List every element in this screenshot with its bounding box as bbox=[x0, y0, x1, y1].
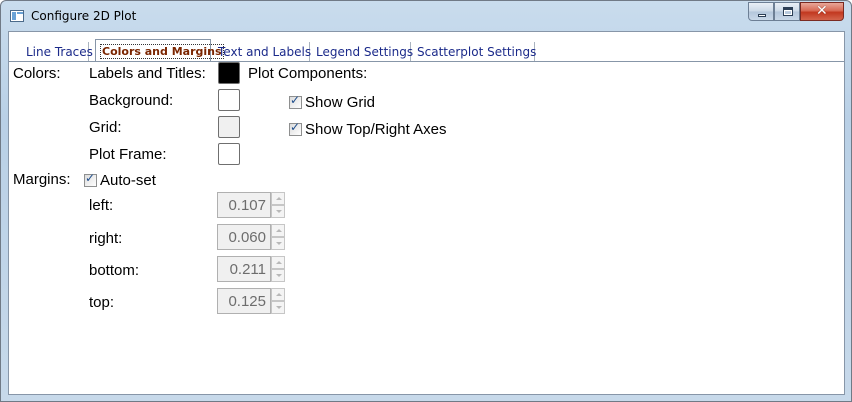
spin-down-icon[interactable] bbox=[271, 205, 285, 218]
configure-2d-plot-window: Configure 2D Plot ✕ Line Traces Colors a… bbox=[0, 0, 852, 402]
tab-text-and-labels[interactable]: Text and Labels bbox=[212, 42, 312, 61]
minimize-button[interactable] bbox=[748, 2, 774, 21]
auto-set-checkbox[interactable]: ✓ bbox=[84, 170, 97, 187]
auto-set-option[interactable]: ✓ Auto-set bbox=[84, 171, 156, 189]
show-grid-checkbox[interactable]: ✓ bbox=[289, 92, 302, 109]
spin-up-icon[interactable] bbox=[271, 224, 285, 237]
maximize-icon bbox=[783, 7, 793, 16]
tab-line-traces[interactable]: Line Traces bbox=[20, 42, 93, 61]
margin-top-spinbox[interactable]: 0.125 bbox=[217, 288, 287, 314]
margin-right-spinbox[interactable]: 0.060 bbox=[217, 224, 287, 250]
margin-bottom-label: bottom: bbox=[89, 262, 140, 279]
tab-label: Colors and Margins bbox=[100, 44, 224, 59]
margin-top-label: top: bbox=[89, 294, 115, 311]
tab-label: Text and Labels bbox=[218, 45, 312, 59]
tab-colors-and-margins[interactable]: Colors and Margins bbox=[95, 39, 224, 62]
margins-section-label: Margins: bbox=[13, 171, 71, 188]
auto-set-label: Auto-set bbox=[100, 171, 156, 189]
close-button[interactable]: ✕ bbox=[800, 2, 844, 21]
show-grid-option[interactable]: ✓ Show Grid bbox=[289, 93, 375, 111]
checkmark-icon: ✓ bbox=[290, 119, 301, 134]
labels-titles-color-swatch[interactable] bbox=[218, 62, 240, 84]
plot-frame-label: Plot Frame: bbox=[89, 146, 167, 163]
show-top-right-axes-option[interactable]: ✓ Show Top/Right Axes bbox=[289, 120, 446, 138]
plot-frame-color-swatch[interactable] bbox=[218, 143, 240, 165]
show-top-right-axes-label: Show Top/Right Axes bbox=[305, 120, 447, 138]
maximize-button[interactable] bbox=[774, 2, 800, 21]
spin-up-icon[interactable] bbox=[271, 192, 285, 205]
margin-left-spinbox[interactable]: 0.107 bbox=[217, 192, 287, 218]
margin-bottom-input[interactable]: 0.211 bbox=[217, 256, 271, 282]
labels-titles-label: Labels and Titles: bbox=[89, 65, 206, 82]
tab-label: Line Traces bbox=[26, 45, 93, 59]
tab-strip: Line Traces Colors and Margins Text and … bbox=[9, 39, 844, 62]
margin-left-label: left: bbox=[89, 197, 114, 214]
margin-right-input[interactable]: 0.060 bbox=[217, 224, 271, 250]
caption-buttons: ✕ bbox=[748, 2, 844, 21]
spin-up-icon[interactable] bbox=[271, 288, 285, 301]
tab-divider bbox=[9, 61, 844, 62]
margin-right-label: right: bbox=[89, 230, 123, 247]
plot-components-label: Plot Components: bbox=[248, 65, 368, 82]
margin-top-input[interactable]: 0.125 bbox=[217, 288, 271, 314]
tab-legend-settings[interactable]: Legend Settings bbox=[310, 42, 414, 61]
tab-label: Scatterplot Settings bbox=[417, 45, 537, 59]
grid-color-swatch[interactable] bbox=[218, 116, 240, 138]
close-icon: ✕ bbox=[816, 3, 828, 19]
show-grid-label: Show Grid bbox=[305, 93, 376, 111]
background-color-swatch[interactable] bbox=[218, 89, 240, 111]
tab-scatterplot-settings[interactable]: Scatterplot Settings bbox=[411, 42, 537, 61]
background-label: Background: bbox=[89, 92, 174, 109]
app-icon bbox=[10, 10, 24, 22]
title-bar[interactable]: Configure 2D Plot ✕ bbox=[1, 1, 851, 31]
margin-bottom-spinbox[interactable]: 0.211 bbox=[217, 256, 287, 282]
dialog-client-area: Line Traces Colors and Margins Text and … bbox=[8, 31, 845, 395]
tab-label: Legend Settings bbox=[316, 45, 414, 59]
margin-left-input[interactable]: 0.107 bbox=[217, 192, 271, 218]
checkmark-icon: ✓ bbox=[290, 92, 301, 107]
minimize-icon bbox=[758, 14, 766, 17]
show-top-right-axes-checkbox[interactable]: ✓ bbox=[289, 119, 302, 136]
grid-label: Grid: bbox=[89, 119, 122, 136]
spin-down-icon[interactable] bbox=[271, 237, 285, 250]
spin-down-icon[interactable] bbox=[271, 269, 285, 282]
spin-up-icon[interactable] bbox=[271, 256, 285, 269]
spin-down-icon[interactable] bbox=[271, 301, 285, 314]
colors-section-label: Colors: bbox=[13, 65, 61, 82]
window-title: Configure 2D Plot bbox=[31, 9, 137, 23]
checkmark-icon: ✓ bbox=[85, 170, 96, 185]
